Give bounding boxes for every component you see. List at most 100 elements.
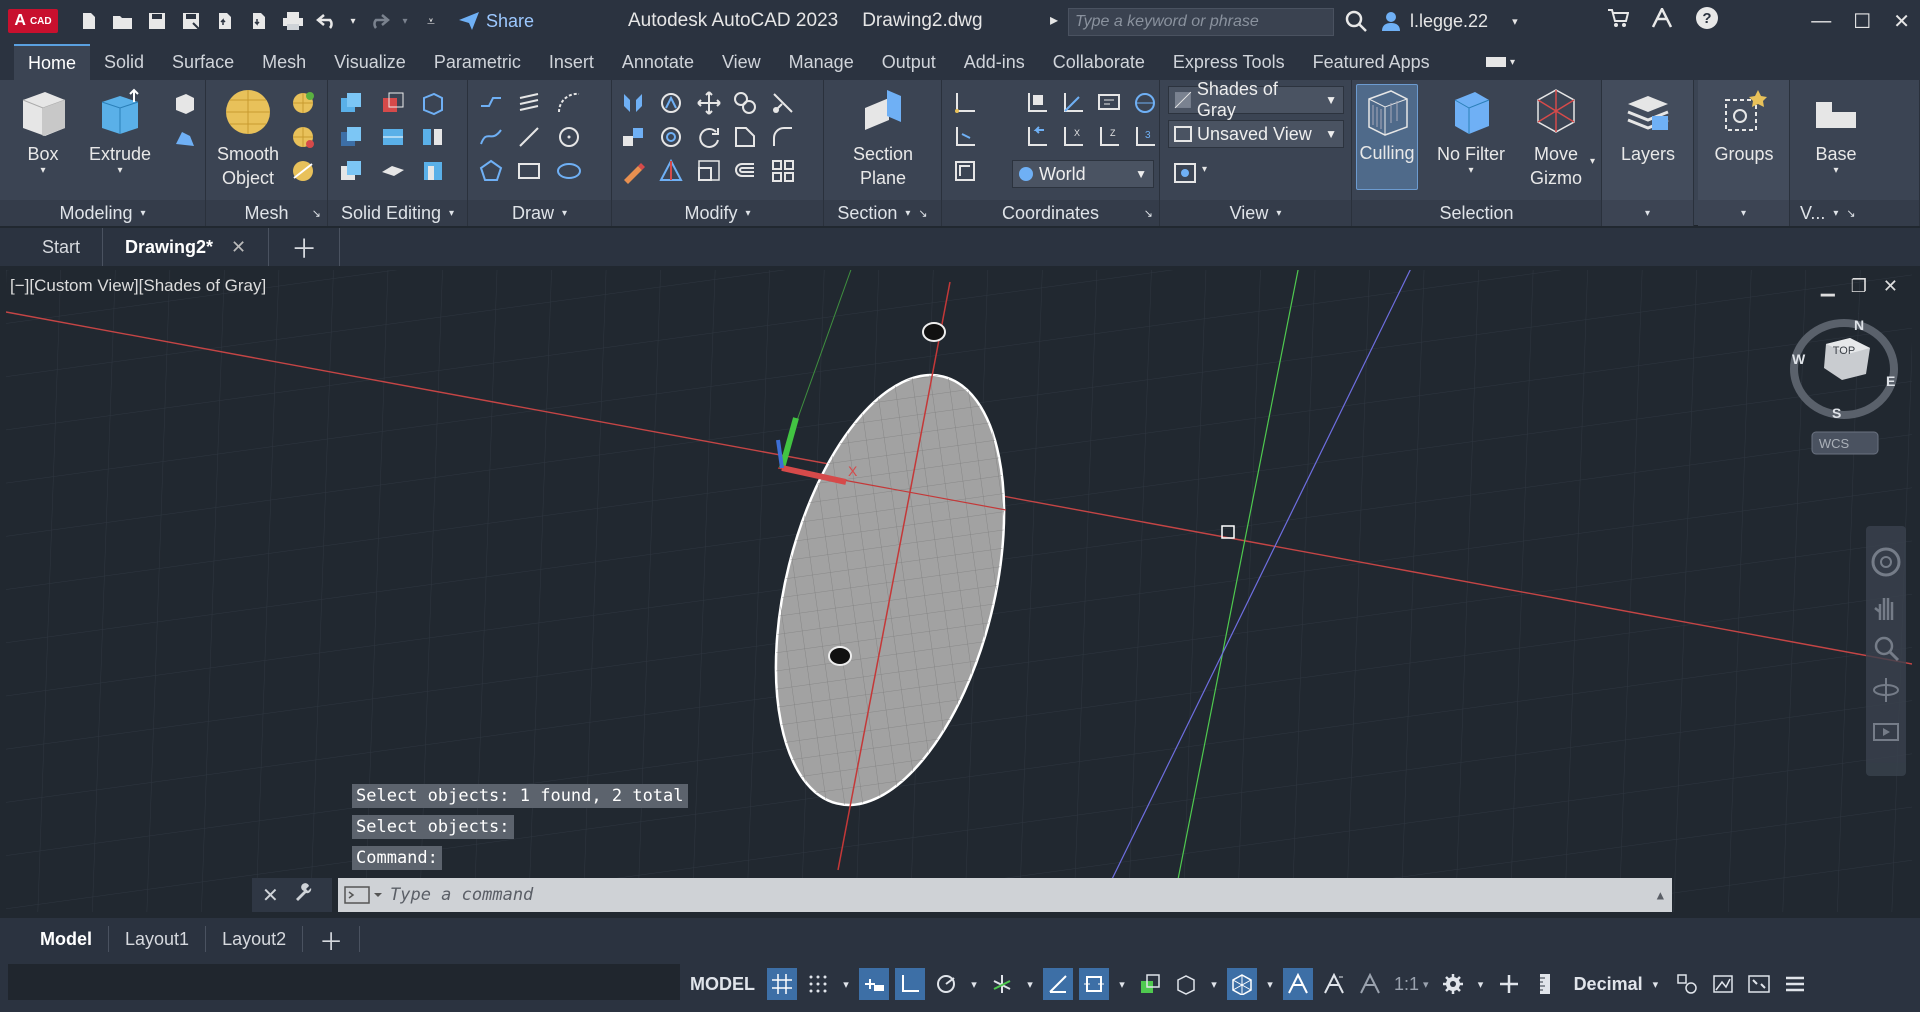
- move-icon[interactable]: [696, 90, 722, 116]
- plot-icon[interactable]: [280, 8, 306, 34]
- ucs-world-icon[interactable]: [1132, 90, 1158, 116]
- extrude-button[interactable]: Extrude ▾: [88, 86, 152, 176]
- command-close-icon[interactable]: ✕: [262, 883, 279, 908]
- add-layout-button[interactable]: ＋: [303, 926, 361, 956]
- fillet-icon[interactable]: [770, 124, 796, 150]
- stretch-icon[interactable]: [732, 124, 758, 150]
- layers-button[interactable]: Layers: [1616, 86, 1680, 166]
- panel-title-v[interactable]: V... ▾ ↘: [1790, 200, 1919, 226]
- viewport-controls-label[interactable]: [−][Custom View][Shades of Gray]: [10, 276, 266, 296]
- panel-title-draw[interactable]: Draw ▾: [468, 200, 611, 226]
- ucs-previous-icon[interactable]: [1024, 124, 1050, 150]
- user-account[interactable]: l.legge.22 ▾: [1380, 0, 1518, 42]
- hole-top[interactable]: [922, 322, 946, 342]
- tab-featured-apps[interactable]: Featured Apps: [1299, 44, 1444, 80]
- pan-hand-icon[interactable]: [1872, 592, 1900, 622]
- solid-edit-faces-icon[interactable]: [420, 90, 446, 116]
- ucs-z-icon[interactable]: 3: [1132, 124, 1158, 150]
- orbit-icon[interactable]: [1872, 676, 1900, 704]
- 3d-rotate-icon[interactable]: [658, 90, 684, 116]
- 3d-object-snap-icon[interactable]: [1171, 968, 1201, 1000]
- isodraft-dropdown-icon[interactable]: ▾: [1023, 968, 1037, 1000]
- customize-qat-icon[interactable]: ⩡: [418, 8, 444, 34]
- autodesk-app-icon[interactable]: [1651, 6, 1673, 34]
- gizmo-dropdown-icon[interactable]: ▾: [1263, 968, 1277, 1000]
- mesh-crease-icon[interactable]: [290, 158, 316, 184]
- tab-surface[interactable]: Surface: [158, 44, 248, 80]
- tab-mesh[interactable]: Mesh: [248, 44, 320, 80]
- graphics-performance-icon[interactable]: [1708, 968, 1738, 1000]
- polar-tracking-icon[interactable]: [931, 968, 961, 1000]
- panel-title-solid-editing[interactable]: Solid Editing ▾: [328, 200, 467, 226]
- panel-title-modify[interactable]: Modify ▾: [612, 200, 823, 226]
- ribbon-options-icon[interactable]: ▾: [1486, 52, 1526, 72]
- hole-bottom[interactable]: [828, 646, 852, 666]
- thicken-icon[interactable]: [380, 158, 406, 184]
- viewcube-north[interactable]: N: [1854, 317, 1864, 333]
- new-tab-button[interactable]: ＋: [269, 228, 341, 266]
- customization-menu-icon[interactable]: [1780, 968, 1810, 1000]
- command-input[interactable]: Type a command ▲: [338, 878, 1672, 912]
- interfere-icon[interactable]: [338, 158, 364, 184]
- snap-dropdown-icon[interactable]: ▾: [839, 968, 853, 1000]
- ucs-x-icon[interactable]: X: [1060, 124, 1086, 150]
- app-logo[interactable]: A CAD: [0, 0, 66, 42]
- clean-screen-icon[interactable]: [1744, 968, 1774, 1000]
- subtract-icon[interactable]: [380, 90, 406, 116]
- units-value[interactable]: Decimal ▾: [1566, 968, 1667, 1000]
- tab-insert[interactable]: Insert: [535, 44, 608, 80]
- move-gizmo-button[interactable]: Move Gizmo: [1522, 86, 1590, 190]
- mesh-box-icon[interactable]: [290, 90, 316, 116]
- union-icon[interactable]: [338, 90, 364, 116]
- arc-icon[interactable]: [556, 90, 582, 116]
- slice-icon[interactable]: [380, 124, 406, 150]
- panel-title-coordinates[interactable]: Coordinates ↘: [942, 200, 1159, 226]
- tab-solid[interactable]: Solid: [90, 44, 158, 80]
- tab-view[interactable]: View: [708, 44, 775, 80]
- gizmo-icon[interactable]: [1227, 968, 1257, 1000]
- object-snap-icon[interactable]: [1079, 968, 1109, 1000]
- ucs-3-point-icon[interactable]: [1096, 90, 1122, 116]
- viewcube-east[interactable]: E: [1886, 373, 1895, 389]
- tab-output[interactable]: Output: [868, 44, 950, 80]
- rotate-icon[interactable]: [696, 124, 722, 150]
- move-gizmo-dropdown-icon[interactable]: ▾: [1590, 156, 1595, 167]
- ucs-z-axis-icon[interactable]: [1060, 90, 1086, 116]
- 3d-array-icon[interactable]: [658, 124, 684, 150]
- dynamic-input-icon[interactable]: [859, 968, 889, 1000]
- layout-tab-model[interactable]: Model: [24, 926, 109, 952]
- save-icon[interactable]: [144, 8, 170, 34]
- drawing-viewport[interactable]: X [−][Custom View][Shades of Gray] ▁ ❐ ✕…: [6, 270, 1912, 912]
- line-icon[interactable]: [516, 124, 542, 150]
- polyline-icon[interactable]: [478, 90, 504, 116]
- units-icon[interactable]: [1530, 968, 1560, 1000]
- tab-manage[interactable]: Manage: [775, 44, 868, 80]
- ucs-y-icon[interactable]: Z: [1096, 124, 1122, 150]
- snap-mode-icon[interactable]: [803, 968, 833, 1000]
- array-icon[interactable]: [770, 158, 796, 184]
- workspace-gear-icon[interactable]: [1438, 968, 1468, 1000]
- erase-icon[interactable]: [620, 158, 646, 184]
- viewport-config-dropdown-icon[interactable]: ▾: [1202, 164, 1207, 175]
- transparency-icon[interactable]: [1135, 968, 1165, 1000]
- tab-add-ins[interactable]: Add-ins: [950, 44, 1039, 80]
- copy-icon[interactable]: [732, 90, 758, 116]
- undo-icon[interactable]: [314, 8, 340, 34]
- tab-visualize[interactable]: Visualize: [320, 44, 420, 80]
- panel-title-mesh[interactable]: Mesh ↘: [206, 200, 327, 226]
- new-file-icon[interactable]: [76, 8, 102, 34]
- mirror-icon[interactable]: [620, 90, 646, 116]
- workspace-dropdown-icon[interactable]: ▾: [1474, 968, 1488, 1000]
- auto-scale-icon[interactable]: [1319, 968, 1349, 1000]
- tab-home[interactable]: Home: [14, 44, 91, 80]
- annotation-scale-icon[interactable]: [1355, 968, 1385, 1000]
- named-view-dropdown[interactable]: Unsaved View ▼: [1168, 120, 1344, 148]
- polygon-icon[interactable]: [478, 158, 504, 184]
- layout-tab-layout1[interactable]: Layout1: [109, 926, 207, 952]
- search-icon[interactable]: [1344, 9, 1368, 33]
- visual-style-dropdown[interactable]: Shades of Gray ▼: [1168, 79, 1344, 120]
- presspull-icon[interactable]: [172, 90, 198, 116]
- trim-icon[interactable]: [770, 90, 796, 116]
- viewcube-west[interactable]: W: [1792, 351, 1806, 367]
- 3d-align-icon[interactable]: [620, 124, 646, 150]
